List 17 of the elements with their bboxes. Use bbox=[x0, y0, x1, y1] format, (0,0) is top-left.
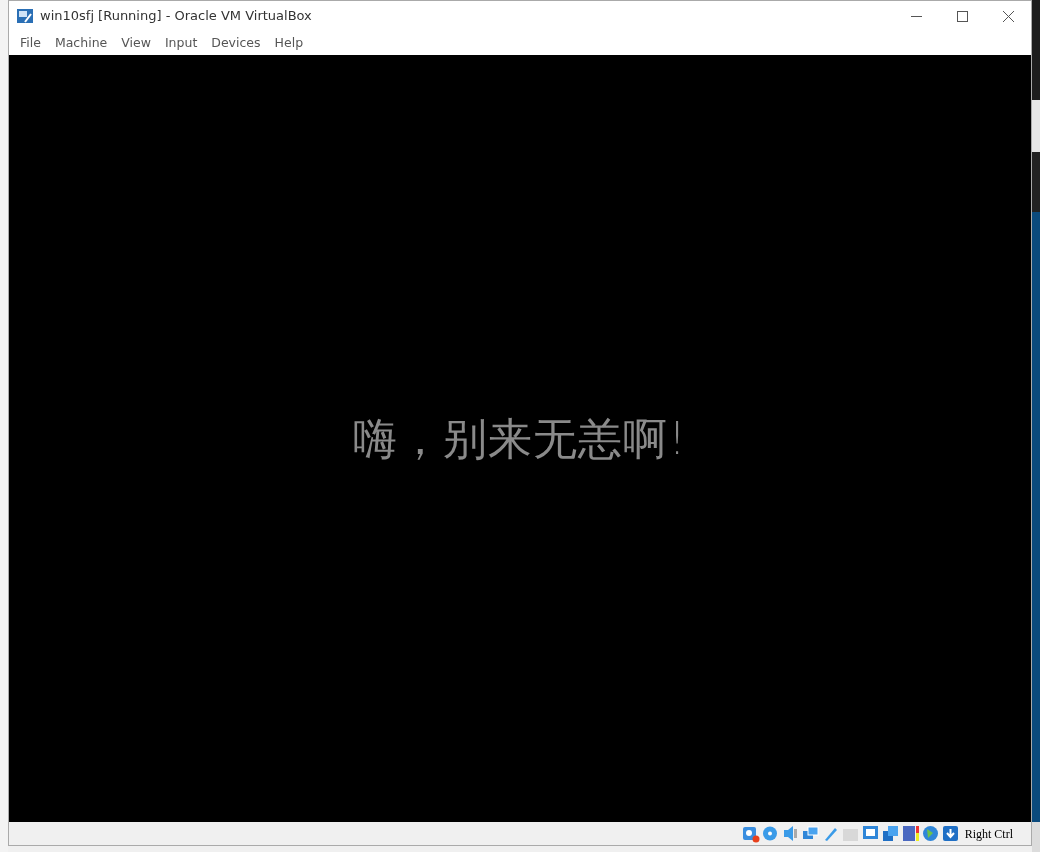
download-icon[interactable] bbox=[941, 824, 960, 843]
greeting-text: 嗨，别来无恙啊! bbox=[353, 411, 687, 466]
speaker-icon[interactable] bbox=[781, 824, 800, 843]
host-key-label: Right Ctrl bbox=[964, 825, 1013, 843]
menu-item[interactable]: Input bbox=[157, 33, 205, 53]
menu-item[interactable]: View bbox=[114, 33, 158, 53]
menu-item[interactable]: Devices bbox=[204, 33, 268, 53]
app-icon bbox=[16, 8, 34, 24]
optical-disc-icon[interactable] bbox=[761, 824, 780, 843]
windows-icon[interactable] bbox=[881, 824, 900, 843]
maximize-icon bbox=[956, 10, 968, 22]
window-title: win10sfj [Running] - Oracle VM VirtualBox bbox=[40, 7, 312, 26]
close-icon bbox=[1002, 10, 1014, 22]
menu-item[interactable]: Machine bbox=[47, 33, 115, 53]
menu-item[interactable]: File bbox=[13, 33, 48, 53]
cpu-icon[interactable] bbox=[901, 824, 920, 843]
menu-item[interactable]: Help bbox=[267, 33, 311, 53]
